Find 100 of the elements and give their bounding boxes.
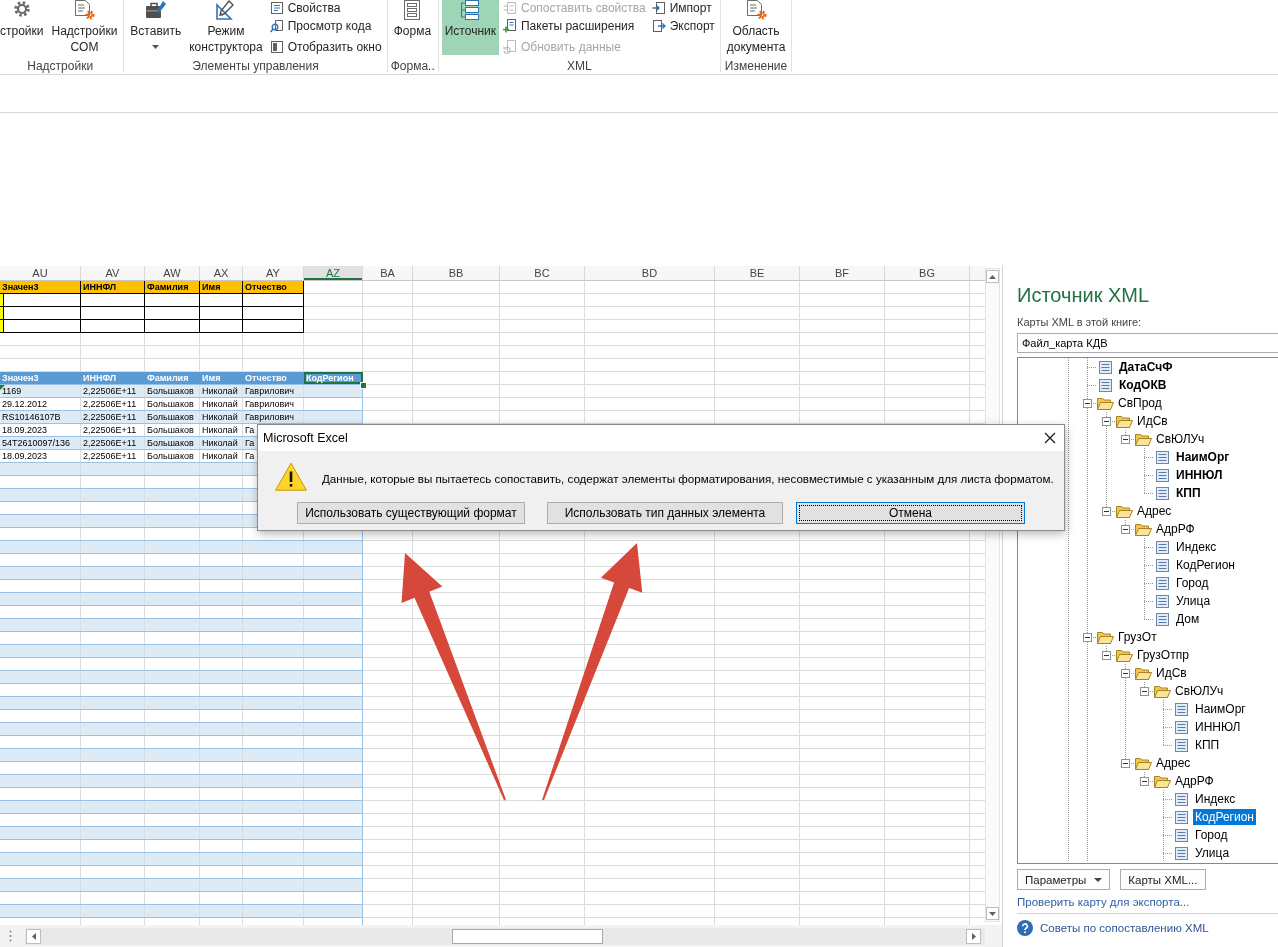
collapse-icon[interactable] <box>1121 758 1130 768</box>
cell-text: Большаков <box>147 411 194 423</box>
dialog-button[interactable]: Отмена <box>796 502 1025 524</box>
ribbon-button[interactable]: Свойства <box>267 0 384 15</box>
tree-node[interactable]: СвЮЛУч <box>1173 683 1226 699</box>
tree-node[interactable]: КПП <box>1193 737 1222 753</box>
ribbon-button[interactable]: Пакеты расширения <box>500 15 648 36</box>
ribbon-button[interactable]: Просмотр кода <box>267 15 384 36</box>
scroll-down-button[interactable] <box>986 907 999 920</box>
fill-handle[interactable] <box>360 382 367 389</box>
tree-node[interactable]: НаимОрг <box>1174 449 1232 465</box>
cell-text: 2,22506E+11 <box>83 424 137 436</box>
folder-icon <box>1097 630 1114 644</box>
cell-text: Николай <box>202 424 238 436</box>
options-button[interactable]: Параметры <box>1017 869 1111 890</box>
tree-node[interactable]: ГрузОтпр <box>1135 647 1191 663</box>
collapse-icon[interactable] <box>1121 524 1130 534</box>
collapse-icon[interactable] <box>1140 776 1149 786</box>
tree-node[interactable]: Индекс <box>1193 791 1238 807</box>
tree-node[interactable]: ИННЮЛ <box>1174 467 1225 483</box>
xml-maps-button[interactable]: Карты XML... <box>1120 869 1206 890</box>
tree-node[interactable]: Улица <box>1174 593 1213 609</box>
column-header[interactable]: BA <box>363 266 413 280</box>
ribbon-button[interactable]: стройки <box>0 0 47 55</box>
collapse-icon[interactable] <box>1140 686 1149 696</box>
ribbon-button[interactable]: Источник <box>441 0 499 55</box>
column-header[interactable]: BF <box>800 266 885 280</box>
column-header[interactable]: AX <box>200 266 243 280</box>
collapse-icon[interactable] <box>1121 668 1130 678</box>
scroll-left-button[interactable] <box>26 928 41 944</box>
collapse-icon[interactable] <box>1102 650 1111 660</box>
header-cell: Имя <box>200 281 243 294</box>
help-icon[interactable] <box>1017 920 1033 936</box>
verify-link[interactable]: Проверить карту для экспорта... <box>1017 895 1190 909</box>
tree-node[interactable]: НаимОрг <box>1193 701 1248 717</box>
tree-node[interactable]: Дом <box>1174 611 1202 627</box>
tree-node[interactable]: АдрРФ <box>1154 521 1197 537</box>
scroll-right-button[interactable] <box>966 928 981 944</box>
column-header[interactable]: BG <box>885 266 970 280</box>
tree-node[interactable]: Улица <box>1193 845 1232 861</box>
scroll-up-button[interactable] <box>986 270 999 283</box>
document-icon <box>1155 576 1169 590</box>
collapse-icon[interactable] <box>1083 398 1092 408</box>
tree-node[interactable]: ИдСв <box>1154 665 1189 681</box>
column-header[interactable]: BC <box>500 266 585 280</box>
tree-node[interactable]: Адрес <box>1135 503 1174 519</box>
tree-node[interactable]: Город <box>1174 575 1211 591</box>
ribbon-button[interactable]: Импорт <box>649 0 717 15</box>
column-header[interactable]: AZ <box>304 266 363 280</box>
document-icon <box>1155 486 1169 500</box>
map-select[interactable]: Файл_карта КДВ <box>1017 333 1278 353</box>
column-header[interactable]: AW <box>145 266 200 280</box>
column-header[interactable]: BB <box>413 266 500 280</box>
column-header[interactable]: BE <box>715 266 800 280</box>
tree-node[interactable]: КодРегион <box>1193 809 1256 825</box>
ribbon-button[interactable]: Экспорт <box>649 15 717 36</box>
dialog-button[interactable]: Использовать существующий формат <box>297 502 525 524</box>
cell-text: 2,22506E+11 <box>83 385 137 397</box>
ribbon-button[interactable]: Вставить <box>127 0 185 55</box>
ribbon-button[interactable]: Надстройки COM <box>48 0 121 55</box>
close-button[interactable] <box>1042 430 1058 446</box>
tree-node[interactable]: ДатаСчФ <box>1117 359 1175 375</box>
column-header[interactable]: BD <box>585 266 715 280</box>
tree-node[interactable]: Адрес <box>1154 755 1193 771</box>
collapse-icon[interactable] <box>1102 506 1111 516</box>
tree-node[interactable]: КодОКВ <box>1117 377 1169 393</box>
cell-text: 18.09.2023 <box>2 424 48 436</box>
cell-text: Николай <box>202 398 238 410</box>
tree-node[interactable]: ГрузОт <box>1116 629 1159 645</box>
column-header[interactable]: AU <box>0 266 81 280</box>
cell-text: 29.12.2012 <box>2 398 48 410</box>
collapse-icon[interactable] <box>1102 416 1111 426</box>
ribbon-button[interactable]: Режим конструктора <box>186 0 266 55</box>
dialog-button[interactable]: Использовать тип данных элемента <box>547 502 783 524</box>
tree-node[interactable]: АдрРФ <box>1173 773 1216 789</box>
tree-node[interactable]: СвПрод <box>1116 395 1164 411</box>
column-header[interactable]: AV <box>81 266 145 280</box>
tree-node[interactable]: ИдСв <box>1135 413 1170 429</box>
ribbon-button[interactable]: Форма <box>390 0 435 55</box>
tree-node[interactable]: Индекс <box>1174 539 1219 555</box>
ribbon-button[interactable]: Отобразить окно <box>267 36 384 57</box>
right-arrow-icon <box>971 932 976 940</box>
tree-node[interactable]: КПП <box>1174 485 1203 501</box>
tree-node[interactable]: КодРегион <box>1174 557 1237 573</box>
tree-node[interactable]: Город <box>1193 827 1230 843</box>
scrollbar-thumb[interactable] <box>452 928 603 944</box>
cell-text: Га <box>245 450 255 462</box>
cell-text: Николай <box>202 411 238 423</box>
collapse-icon[interactable] <box>1121 434 1130 444</box>
ribbon-button[interactable]: Область документа <box>723 0 789 55</box>
document-icon <box>1174 702 1188 716</box>
collapse-icon[interactable] <box>1083 632 1092 642</box>
tree-node[interactable]: СвЮЛУч <box>1154 431 1207 447</box>
help-link[interactable]: Советы по сопоставлению XML <box>1040 922 1209 934</box>
cell-text: 1169 <box>2 385 22 397</box>
gear-icon <box>12 0 31 18</box>
horizontal-scrollbar[interactable] <box>25 927 985 945</box>
split-handle-icon[interactable] <box>9 930 12 942</box>
document-icon <box>1155 468 1169 482</box>
tree-node[interactable]: ИННЮЛ <box>1193 719 1243 735</box>
